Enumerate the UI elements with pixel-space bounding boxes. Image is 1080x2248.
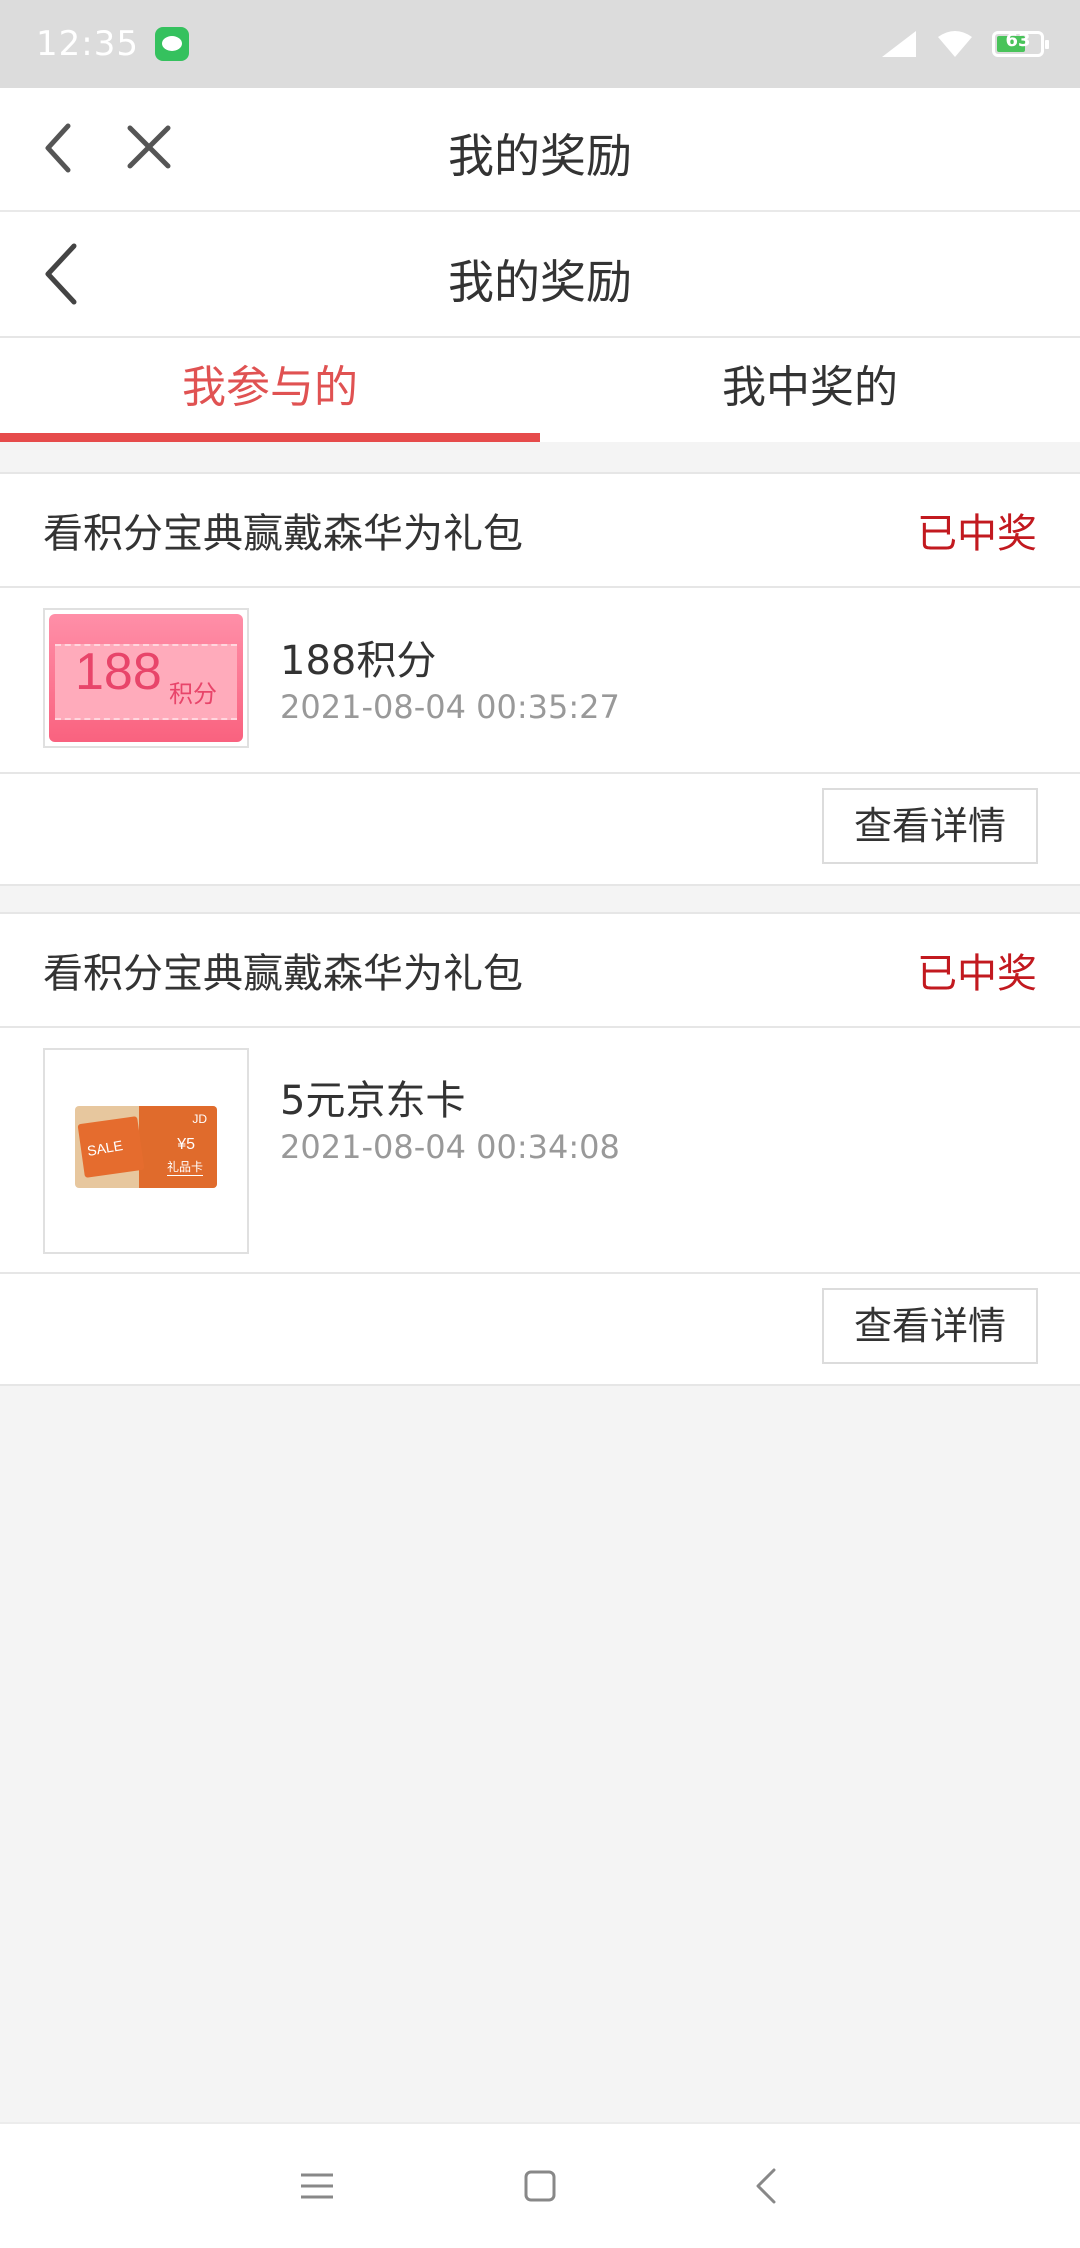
thumb-brand: JD: [192, 1112, 207, 1126]
prize-name: 5元京东卡: [280, 1078, 466, 1124]
card-header: 看积分宝典赢戴森华为礼包 已中奖: [0, 914, 1080, 1028]
card-footer: 查看详情: [0, 774, 1080, 884]
prize-name: 188积分: [280, 638, 437, 684]
points-card-image: 188 积分: [49, 614, 243, 742]
system-nav-bar: [0, 2122, 1080, 2248]
battery-level: 63: [1005, 30, 1031, 51]
thumb-points-number: 188: [75, 643, 162, 701]
menu-icon: [301, 2173, 333, 2199]
browser-title: 我的奖励: [448, 129, 632, 183]
activity-title: 看积分宝典赢戴森华为礼包: [43, 951, 523, 997]
prize-row[interactable]: SALE JD ¥5 礼品卡 5元京东卡 2021-08-04 00:34:08: [0, 1028, 1080, 1274]
status-badge: 已中奖: [917, 951, 1037, 997]
reward-card: 看积分宝典赢戴森华为礼包 已中奖 188 积分 188积分 2021-08-04…: [0, 472, 1080, 886]
card-header: 看积分宝典赢戴森华为礼包 已中奖: [0, 474, 1080, 588]
battery-icon: 63: [992, 30, 1049, 57]
prize-time: 2021-08-04 00:35:27: [280, 688, 620, 726]
signal-icon: [882, 31, 916, 57]
tab-bar: 我参与的 我中奖的: [0, 338, 1080, 442]
tab-participated[interactable]: 我参与的: [0, 338, 540, 442]
jd-gift-card-image: SALE JD ¥5 礼品卡: [75, 1106, 217, 1188]
page-header: 我的奖励: [0, 212, 1080, 338]
browser-title-bar: 我的奖励: [0, 88, 1080, 212]
home-button[interactable]: [480, 2124, 600, 2248]
wechat-icon: [154, 27, 189, 61]
thumb-value: ¥5: [177, 1136, 195, 1153]
status-icons: 63: [880, 29, 1049, 59]
status-bar: 12:35 63: [0, 0, 1080, 88]
prize-row[interactable]: 188 积分 188积分 2021-08-04 00:35:27: [0, 588, 1080, 774]
card-footer: 查看详情: [0, 1274, 1080, 1384]
status-badge: 已中奖: [917, 511, 1037, 557]
back-nav-icon: [756, 2168, 776, 2204]
tab-won[interactable]: 我中奖的: [540, 338, 1080, 442]
wifi-icon: [938, 31, 972, 57]
home-icon: [524, 2170, 556, 2202]
reward-card: 看积分宝典赢戴森华为礼包 已中奖 SALE JD ¥5 礼品卡 5元京东卡 20…: [0, 912, 1080, 1386]
view-details-button[interactable]: 查看详情: [822, 1288, 1038, 1364]
back-nav-button[interactable]: [706, 2124, 826, 2248]
menu-button[interactable]: [257, 2124, 377, 2248]
page-title: 我的奖励: [448, 255, 632, 309]
prize-thumbnail: 188 积分: [43, 608, 249, 748]
thumb-points-unit: 积分: [169, 680, 217, 708]
view-details-button[interactable]: 查看详情: [822, 788, 1038, 864]
status-time: 12:35: [36, 24, 139, 64]
activity-title: 看积分宝典赢戴森华为礼包: [43, 511, 523, 557]
prize-thumbnail: SALE JD ¥5 礼品卡: [43, 1048, 249, 1254]
thumb-label: 礼品卡: [166, 1160, 203, 1176]
prize-time: 2021-08-04 00:34:08: [280, 1128, 620, 1166]
